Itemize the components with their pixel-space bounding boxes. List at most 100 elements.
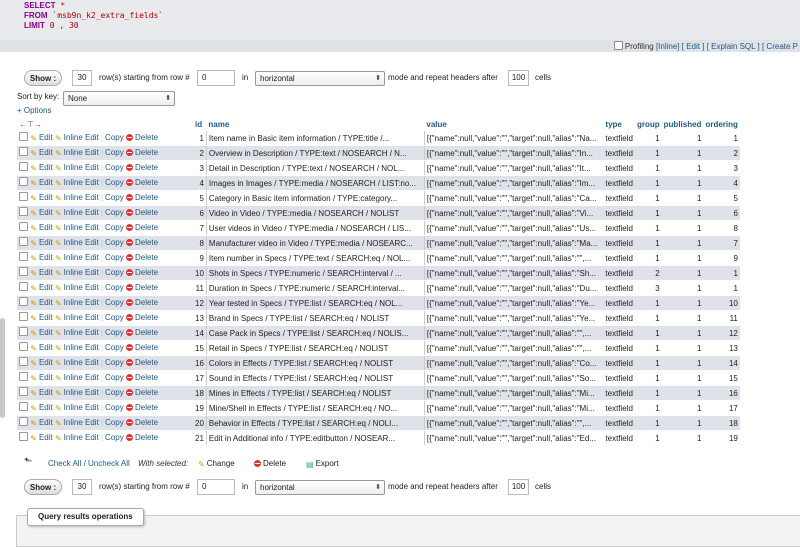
inline-edit-link[interactable]: ✎ Inline Edit	[55, 328, 99, 338]
cell-name[interactable]: Colors in Effects / TYPE:list / SEARCH:e…	[205, 355, 425, 371]
cell-ordering[interactable]: 1	[703, 280, 740, 296]
cell-ordering[interactable]: 18	[703, 415, 740, 431]
cell-name[interactable]: Item number in Specs / TYPE:text / SEARC…	[205, 250, 425, 266]
edit-link[interactable]: ✎ Edit	[30, 163, 53, 173]
inline-edit-link[interactable]: ✎ Inline Edit	[55, 253, 99, 263]
cell-group[interactable]: 1	[634, 310, 662, 326]
cell-type[interactable]: textfield	[603, 190, 635, 206]
cell-value[interactable]: [{"name":null,"value":"","target":null,"…	[423, 325, 604, 341]
row-checkbox[interactable]	[19, 237, 28, 246]
cell-published[interactable]: 1	[661, 250, 704, 266]
cell-value[interactable]: [{"name":null,"value":"","target":null,"…	[423, 370, 604, 386]
cell-ordering[interactable]: 13	[703, 340, 740, 356]
edit-link[interactable]: ✎ Edit	[30, 403, 53, 413]
delete-link[interactable]: Delete	[125, 388, 158, 397]
cell-group[interactable]: 1	[634, 235, 662, 251]
delete-link[interactable]: Delete	[125, 223, 158, 232]
cell-group[interactable]: 1	[634, 385, 662, 401]
cell-type[interactable]: textfield	[603, 250, 635, 266]
cell-published[interactable]: 1	[661, 340, 704, 356]
cell-ordering[interactable]: 17	[703, 400, 740, 416]
inline-edit-link[interactable]: ✎ Inline Edit	[55, 148, 99, 158]
cell-published[interactable]: 1	[661, 280, 704, 296]
column-header-value[interactable]: value	[424, 117, 603, 131]
cell-group[interactable]: 1	[634, 131, 662, 146]
inline-edit-link[interactable]: ✎ Inline Edit	[55, 223, 99, 233]
cell-type[interactable]: textfield	[603, 280, 635, 296]
cell-ordering[interactable]: 5	[703, 190, 740, 206]
copy-link[interactable]: ⫶ Copy	[101, 343, 124, 353]
copy-link[interactable]: ⫶ Copy	[101, 283, 124, 293]
cell-group[interactable]: 1	[634, 205, 662, 221]
show-button[interactable]: Show :	[24, 70, 62, 86]
cell-name[interactable]: Edit in Additional info / TYPE:editbutto…	[205, 430, 425, 446]
cell-id[interactable]: 6	[193, 205, 207, 221]
cell-type[interactable]: textfield	[603, 415, 635, 431]
copy-link[interactable]: ⫶ Copy	[101, 418, 124, 428]
cell-group[interactable]: 1	[634, 325, 662, 341]
cell-value[interactable]: [{"name":null,"value":"","target":null,"…	[423, 145, 604, 161]
copy-link[interactable]: ⫶ Copy	[101, 253, 124, 263]
cell-id[interactable]: 7	[193, 220, 207, 236]
column-header-type[interactable]: type	[603, 117, 635, 131]
copy-link[interactable]: ⫶ Copy	[101, 388, 124, 398]
cell-id[interactable]: 8	[193, 235, 207, 251]
cell-published[interactable]: 1	[661, 175, 704, 191]
delete-link[interactable]: Delete	[125, 358, 158, 367]
cell-id[interactable]: 21	[193, 430, 207, 446]
copy-link[interactable]: ⫶ Copy	[101, 268, 124, 278]
column-header-group[interactable]: group	[635, 117, 662, 131]
cell-type[interactable]: textfield	[603, 400, 635, 416]
cell-value[interactable]: [{"name":null,"value":"","target":null,"…	[423, 250, 604, 266]
display-mode-select[interactable]: horizontal ⬍	[255, 480, 385, 495]
cell-type[interactable]: textfield	[603, 295, 635, 311]
cell-id[interactable]: 3	[193, 160, 207, 176]
delete-link[interactable]: Delete	[125, 418, 158, 427]
row-checkbox[interactable]	[19, 327, 28, 336]
cell-value[interactable]: [{"name":null,"value":"","target":null,"…	[423, 430, 604, 446]
inline-edit-link[interactable]: ✎ Inline Edit	[55, 313, 99, 323]
delete-link[interactable]: Delete	[125, 253, 158, 262]
copy-link[interactable]: ⫶ Copy	[101, 208, 124, 218]
cell-published[interactable]: 1	[661, 325, 704, 341]
row-checkbox[interactable]	[19, 162, 28, 171]
edit-link[interactable]: ✎ Edit	[30, 283, 53, 293]
cell-name[interactable]: Manufacturer video in Video / TYPE:media…	[205, 235, 425, 251]
options-toggle[interactable]: + Options	[17, 106, 51, 115]
inline-edit-link[interactable]: ✎ Inline Edit	[55, 358, 99, 368]
row-checkbox[interactable]	[19, 207, 28, 216]
cell-ordering[interactable]: 3	[703, 160, 740, 176]
cell-id[interactable]: 20	[193, 415, 207, 431]
cell-group[interactable]: 1	[634, 250, 662, 266]
inline-edit-link[interactable]: ✎ Inline Edit	[55, 373, 99, 383]
cell-group[interactable]: 1	[634, 340, 662, 356]
cell-group[interactable]: 1	[634, 220, 662, 236]
copy-link[interactable]: ⫶ Copy	[101, 313, 124, 323]
cell-published[interactable]: 1	[661, 235, 704, 251]
cell-published[interactable]: 1	[661, 370, 704, 386]
cell-name[interactable]: Images in Images / TYPE:media / NOSEARCH…	[205, 175, 425, 191]
cell-published[interactable]: 1	[661, 355, 704, 371]
cell-published[interactable]: 1	[661, 295, 704, 311]
cell-id[interactable]: 4	[193, 175, 207, 191]
cell-group[interactable]: 1	[634, 400, 662, 416]
cell-group[interactable]: 1	[634, 430, 662, 446]
cell-ordering[interactable]: 4	[703, 175, 740, 191]
cell-published[interactable]: 1	[661, 310, 704, 326]
cell-id[interactable]: 5	[193, 190, 207, 206]
edit-link[interactable]: ✎ Edit	[30, 358, 53, 368]
cell-published[interactable]: 1	[661, 205, 704, 221]
inline-edit-link[interactable]: ✎ Inline Edit	[55, 298, 99, 308]
cell-type[interactable]: textfield	[603, 385, 635, 401]
cell-name[interactable]: Category in Basic item information / TYP…	[205, 190, 425, 206]
cell-published[interactable]: 1	[661, 145, 704, 161]
copy-link[interactable]: ⫶ Copy	[101, 433, 124, 443]
cell-published[interactable]: 1	[661, 265, 704, 281]
edit-link[interactable]: ✎ Edit	[30, 148, 53, 158]
cell-id[interactable]: 12	[193, 295, 207, 311]
inline-edit-sql-link[interactable]: [Inline]	[656, 42, 680, 51]
cell-published[interactable]: 1	[661, 220, 704, 236]
row-checkbox[interactable]	[19, 417, 28, 426]
delete-link[interactable]: Delete	[125, 373, 158, 382]
delete-link[interactable]: Delete	[125, 268, 158, 277]
